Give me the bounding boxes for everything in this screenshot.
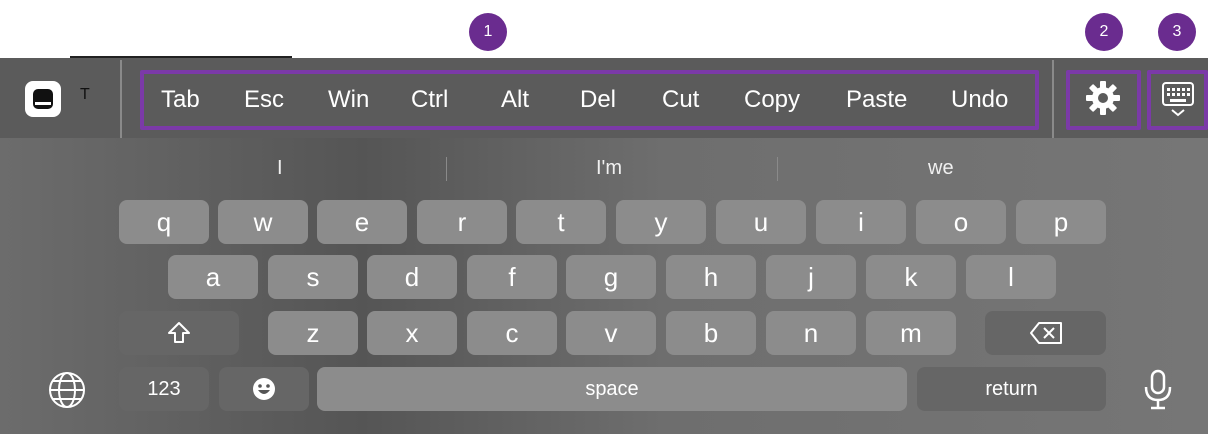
callout-badge-1: 1: [469, 13, 507, 51]
key-m[interactable]: m: [866, 311, 956, 355]
tab-key-button[interactable]: Tab: [161, 83, 200, 117]
undo-button[interactable]: Undo: [951, 83, 1008, 117]
return-key[interactable]: return: [917, 367, 1106, 411]
key-z[interactable]: z: [268, 311, 358, 355]
key-d[interactable]: d: [367, 255, 457, 299]
dictation-button[interactable]: [1141, 368, 1175, 412]
key-j[interactable]: j: [766, 255, 856, 299]
backspace-key[interactable]: [985, 311, 1106, 355]
suggestion-item[interactable]: I: [277, 157, 283, 180]
emoji-key[interactable]: [219, 367, 309, 411]
key-l[interactable]: l: [966, 255, 1056, 299]
space-key[interactable]: space: [317, 367, 907, 411]
gear-icon: [1086, 81, 1120, 115]
toolbar-divider: [120, 60, 122, 138]
del-key-button[interactable]: Del: [580, 83, 616, 117]
shift-icon: [168, 322, 190, 343]
key-w[interactable]: w: [218, 200, 308, 244]
key-t[interactable]: t: [516, 200, 606, 244]
key-b[interactable]: b: [666, 311, 756, 355]
key-c[interactable]: c: [467, 311, 557, 355]
paste-button[interactable]: Paste: [846, 83, 907, 117]
emoji-icon: [253, 378, 275, 400]
app-icon[interactable]: [25, 81, 61, 117]
key-f[interactable]: f: [467, 255, 557, 299]
cut-button[interactable]: Cut: [662, 83, 699, 117]
key-i[interactable]: i: [816, 200, 906, 244]
globe-icon: [49, 372, 85, 408]
key-g[interactable]: g: [566, 255, 656, 299]
key-y[interactable]: y: [616, 200, 706, 244]
suggestion-item[interactable]: I'm: [596, 157, 622, 180]
key-p[interactable]: p: [1016, 200, 1106, 244]
backspace-icon: [1029, 322, 1062, 344]
key-k[interactable]: k: [866, 255, 956, 299]
key-u[interactable]: u: [716, 200, 806, 244]
alt-key-button[interactable]: Alt: [501, 83, 529, 117]
callout-badge-2: 2: [1085, 13, 1123, 51]
suggestion-divider: [446, 157, 447, 181]
copy-button[interactable]: Copy: [744, 83, 800, 117]
suggestion-divider: [777, 157, 778, 181]
callout-badge-3: 3: [1158, 13, 1196, 51]
keyboard-hide-icon: [1162, 82, 1194, 117]
app-label: T: [80, 86, 90, 103]
key-v[interactable]: v: [566, 311, 656, 355]
key-n[interactable]: n: [766, 311, 856, 355]
numbers-key[interactable]: 123: [119, 367, 209, 411]
win-key-button[interactable]: Win: [328, 83, 369, 117]
toolbar-divider: [1052, 60, 1054, 138]
suggestion-item[interactable]: we: [928, 157, 954, 180]
key-o[interactable]: o: [916, 200, 1006, 244]
globe-button[interactable]: [46, 369, 88, 411]
key-q[interactable]: q: [119, 200, 209, 244]
key-s[interactable]: s: [268, 255, 358, 299]
shift-key[interactable]: [119, 311, 239, 355]
key-a[interactable]: a: [168, 255, 258, 299]
key-r[interactable]: r: [417, 200, 507, 244]
microphone-icon: [1144, 369, 1172, 410]
key-h[interactable]: h: [666, 255, 756, 299]
key-x[interactable]: x: [367, 311, 457, 355]
esc-key-button[interactable]: Esc: [244, 83, 284, 117]
settings-button[interactable]: [1083, 78, 1123, 118]
key-e[interactable]: e: [317, 200, 407, 244]
hide-keyboard-button[interactable]: [1160, 80, 1196, 120]
ctrl-key-button[interactable]: Ctrl: [411, 83, 448, 117]
